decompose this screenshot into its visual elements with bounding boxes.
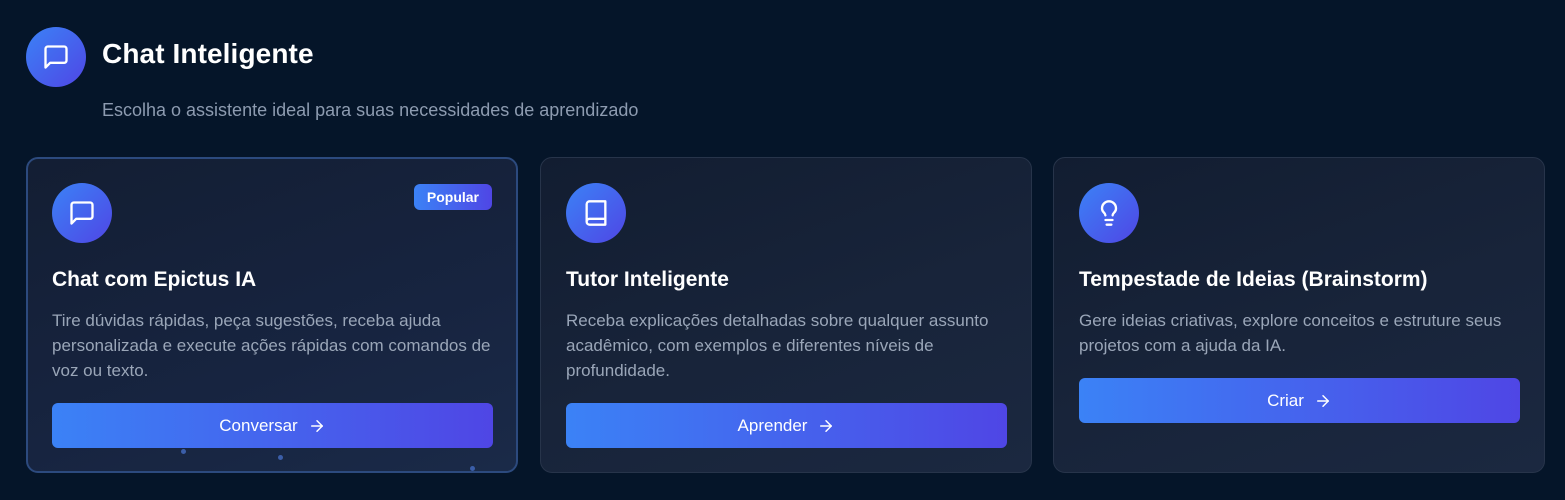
card-description: Receba explicações detalhadas sobre qual… (566, 311, 989, 380)
decorative-dot (470, 466, 475, 471)
criar-button[interactable]: Criar (1079, 378, 1520, 423)
button-label: Aprender (737, 415, 808, 435)
arrow-right-icon (308, 417, 326, 435)
card-title: Tempestade de Ideias (Brainstorm) (1079, 268, 1428, 291)
button-label: Conversar (219, 415, 298, 435)
popular-badge: Popular (413, 184, 492, 210)
page: Chat Inteligente Escolha o assistente id… (0, 0, 1565, 500)
card-chat-epictus[interactable]: Popular Chat com Epictus IA Tire dúvidas… (26, 157, 518, 473)
button-label: Criar (1267, 390, 1304, 410)
card-title: Chat com Epictus IA (52, 268, 257, 291)
page-title: Chat Inteligente (102, 38, 314, 69)
lightbulb-icon (1079, 183, 1139, 243)
message-square-icon (26, 27, 86, 87)
card-tutor-inteligente[interactable]: Tutor Inteligente Receba explicações det… (540, 157, 1032, 473)
decorative-dot (181, 449, 186, 454)
arrow-right-icon (1314, 392, 1332, 410)
card-brainstorm[interactable]: Tempestade de Ideias (Brainstorm) Gere i… (1053, 157, 1545, 473)
card-description: Gere ideias criativas, explore conceitos… (1079, 311, 1502, 355)
book-icon (566, 183, 626, 243)
card-title: Tutor Inteligente (566, 268, 729, 291)
card-description: Tire dúvidas rápidas, peça sugestões, re… (52, 311, 491, 380)
arrow-right-icon (817, 417, 835, 435)
aprender-button[interactable]: Aprender (566, 403, 1007, 448)
decorative-dot (278, 455, 283, 460)
page-subtitle: Escolha o assistente ideal para suas nec… (102, 100, 639, 120)
conversar-button[interactable]: Conversar (52, 403, 493, 448)
message-square-icon (52, 183, 112, 243)
